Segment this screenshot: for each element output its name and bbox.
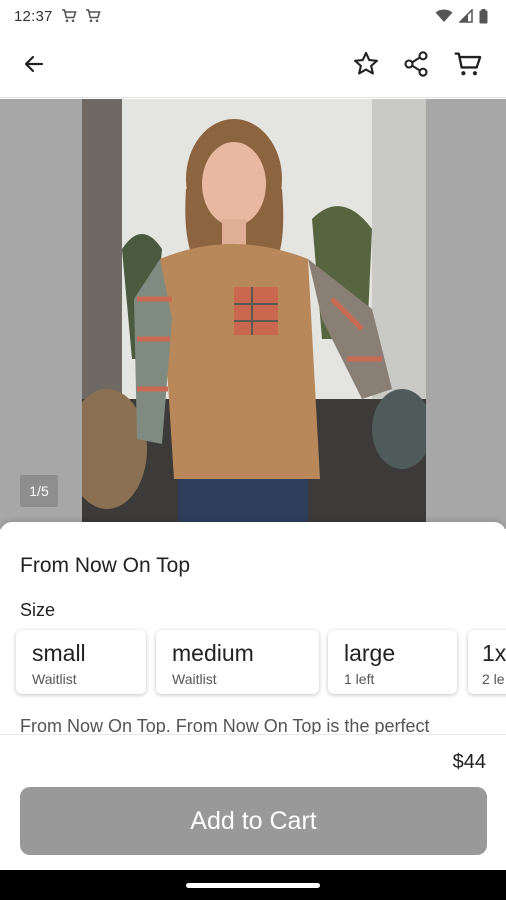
size-name: large: [344, 640, 396, 666]
share-icon: [404, 51, 428, 77]
size-option-large[interactable]: large 1 left: [328, 630, 457, 694]
size-availability: 2 le: [482, 671, 505, 687]
size-option-1x[interactable]: 1x 2 le: [468, 630, 506, 694]
add-to-cart-button[interactable]: Add to Cart: [20, 787, 487, 855]
product-photo: [82, 99, 426, 529]
size-name: 1x: [482, 640, 506, 666]
page-indicator: 1/5: [20, 475, 58, 507]
battery-icon: [479, 8, 488, 23]
product-price: $44: [452, 751, 486, 773]
status-bar: 12:37: [0, 0, 506, 32]
size-name: medium: [172, 640, 254, 666]
size-option-medium[interactable]: medium Waitlist: [156, 630, 319, 694]
product-photo-illustration: [82, 99, 426, 529]
product-description: From Now On Top. From Now On Top is the …: [20, 716, 430, 734]
home-gesture-handle[interactable]: [186, 883, 320, 888]
favorite-button[interactable]: [348, 46, 384, 82]
size-option-small[interactable]: small Waitlist: [16, 630, 146, 694]
size-label: Size: [20, 600, 56, 620]
signal-icon: [459, 9, 473, 23]
arrow-left-icon: [24, 55, 44, 73]
wifi-icon: [435, 9, 453, 22]
size-options: small Waitlist medium Waitlist large 1 l…: [16, 630, 506, 696]
product-title: From Now On Top: [20, 554, 190, 577]
cart-notification-icon: [85, 9, 101, 23]
system-navigation-bar: [0, 870, 506, 900]
size-availability: 1 left: [344, 671, 375, 687]
cart-icon: [454, 52, 482, 76]
purchase-footer: $44 Add to Cart: [0, 734, 506, 870]
status-time: 12:37: [14, 7, 53, 25]
size-availability: Waitlist: [32, 671, 77, 687]
product-details-sheet: From Now On Top Size small Waitlist medi…: [0, 522, 506, 734]
app-bar: [0, 32, 506, 98]
back-button[interactable]: [16, 46, 52, 82]
product-image-gallery[interactable]: 1/5: [0, 99, 506, 529]
star-outline-icon: [353, 51, 379, 75]
share-button[interactable]: [398, 46, 434, 82]
size-availability: Waitlist: [172, 671, 217, 687]
cart-button[interactable]: [450, 46, 486, 82]
size-name: small: [32, 640, 86, 666]
cart-notification-icon: [61, 9, 77, 23]
